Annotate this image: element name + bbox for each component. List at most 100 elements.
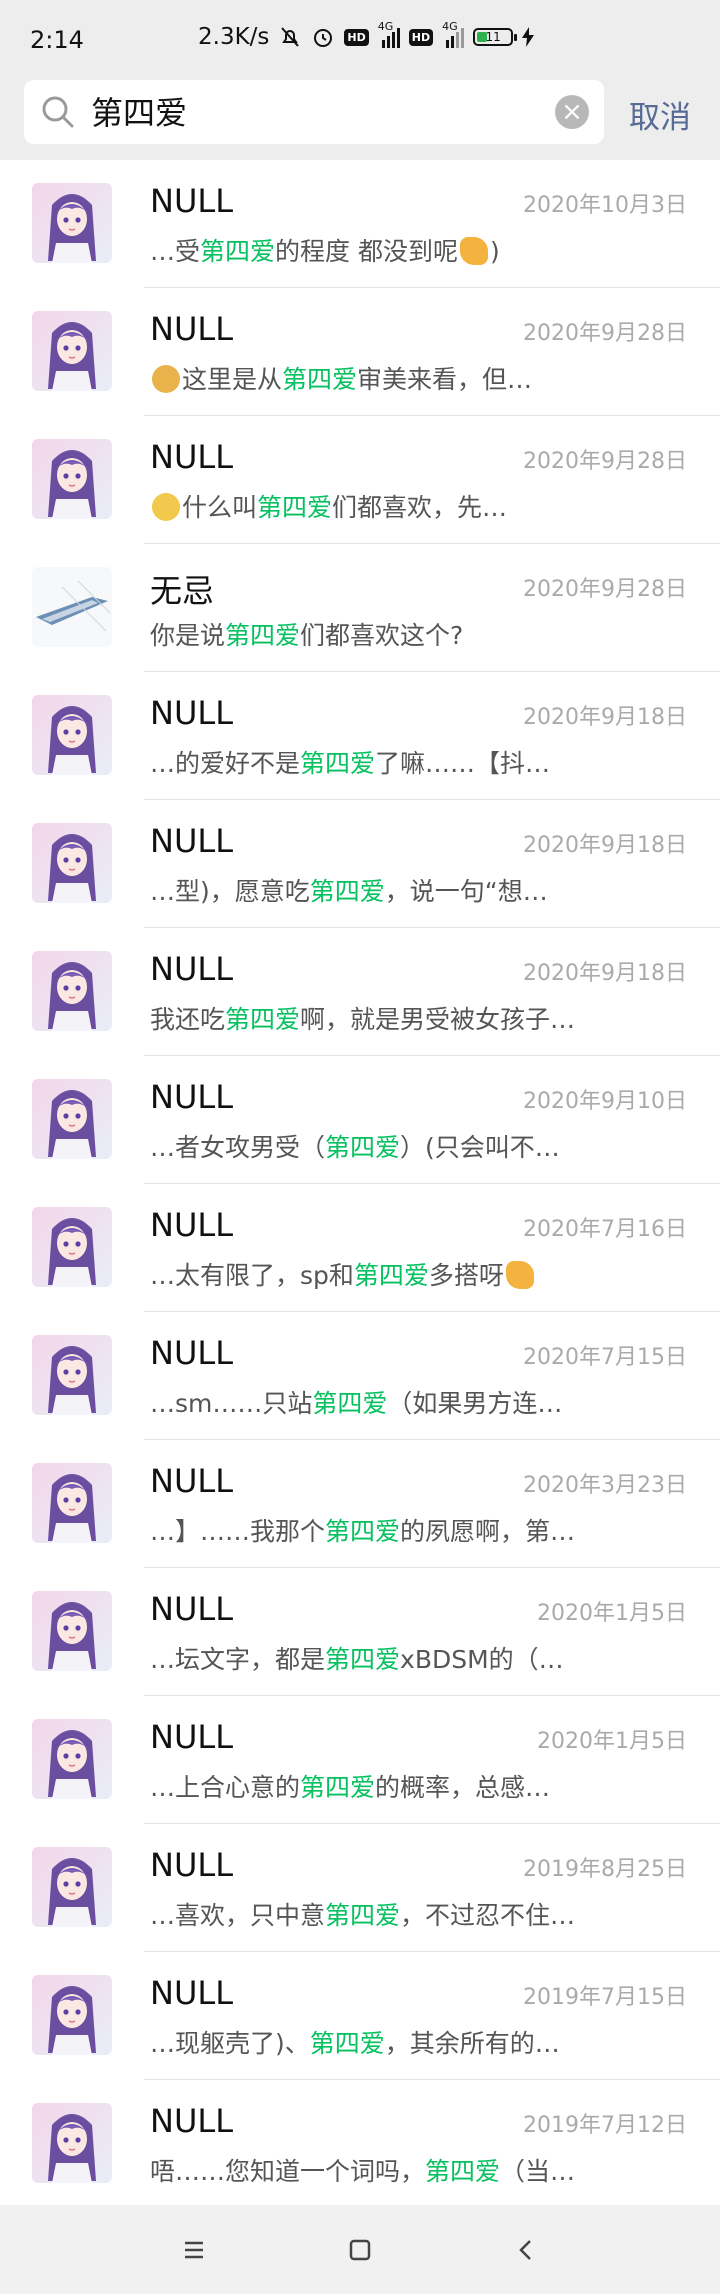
- search-box[interactable]: ×: [24, 80, 604, 146]
- snippet-text: …太有限了，sp和: [150, 1261, 354, 1290]
- avatar[interactable]: [32, 1847, 112, 1927]
- search-result-item[interactable]: 无忌 2020年9月28日 你是说第四爱们都喜欢这个?: [0, 544, 720, 672]
- avatar[interactable]: [32, 311, 112, 391]
- snippet-text: 审美来看，但…: [357, 365, 533, 394]
- message-date: 2020年7月16日: [523, 1217, 687, 1242]
- avatar[interactable]: [32, 1079, 112, 1159]
- search-result-item[interactable]: NULL 2020年9月18日 我还吃第四爱啊，就是男受被女孩子…: [0, 928, 720, 1056]
- search-result-item[interactable]: NULL 2019年7月15日 …现躯壳了)、第四爱，其余所有的…: [0, 1952, 720, 2080]
- message-snippet: …型)，愿意吃第四爱，说一句“想…: [150, 872, 548, 908]
- keyword-highlight: 第四爱: [282, 365, 358, 394]
- search-result-item[interactable]: NULL 2020年3月23日 …】……我那个第四爱的夙愿啊，第…: [0, 1440, 720, 1568]
- contact-name: NULL: [150, 310, 234, 348]
- search-result-item[interactable]: NULL 2020年7月15日 …sm……只站第四爱（如果男方连…: [0, 1312, 720, 1440]
- status-time: 2:14: [30, 26, 84, 54]
- snippet-text: 的夙愿啊，第…: [400, 1517, 576, 1546]
- message-snippet: 你是说第四爱们都喜欢这个?: [150, 616, 463, 652]
- message-snippet: …】……我那个第四爱的夙愿啊，第…: [150, 1512, 575, 1548]
- snippet-text: ）(只会叫不…: [400, 1133, 560, 1162]
- message-date: 2020年7月15日: [523, 1345, 687, 1370]
- search-results-list: NULL 2020年10月3日 …受第四爱的程度 都没到呢) NULL 2020年9月…: [0, 160, 720, 2208]
- search-icon: [42, 96, 74, 128]
- search-result-item[interactable]: NULL 2020年9月28日 这里是从第四爱审美来看，但…: [0, 288, 720, 416]
- avatar[interactable]: [32, 951, 112, 1031]
- avatar[interactable]: [32, 2103, 112, 2183]
- message-snippet: 这里是从第四爱审美来看，但…: [150, 360, 532, 396]
- keyword-highlight: 第四爱: [300, 1773, 376, 1802]
- avatar[interactable]: [32, 695, 112, 775]
- keyword-highlight: 第四爱: [200, 237, 276, 266]
- avatar[interactable]: [32, 1207, 112, 1287]
- contact-name: NULL: [150, 1974, 234, 2012]
- search-result-item[interactable]: NULL 2019年8月25日 …喜欢，只中意第四爱，不过忍不住…: [0, 1824, 720, 1952]
- search-result-item[interactable]: NULL 2020年9月28日 什么叫第四爱们都喜欢，先…: [0, 416, 720, 544]
- avatar[interactable]: [32, 439, 112, 519]
- message-date: 2020年10月3日: [523, 193, 687, 218]
- snippet-text: 的程度 都没到呢: [275, 237, 458, 266]
- search-result-item[interactable]: NULL 2020年9月10日 …者女攻男受（第四爱）(只会叫不…: [0, 1056, 720, 1184]
- contact-name: NULL: [150, 1334, 234, 1372]
- avatar[interactable]: [32, 1591, 112, 1671]
- snippet-text: ，不过忍不住…: [400, 1901, 576, 1930]
- cancel-button[interactable]: 取消: [629, 92, 691, 137]
- avatar[interactable]: [32, 183, 112, 263]
- avatar[interactable]: [32, 1463, 112, 1543]
- system-nav-bar: [0, 2205, 720, 2294]
- snippet-text: 啊，就是男受被女孩子…: [300, 1005, 576, 1034]
- clear-icon[interactable]: ×: [555, 95, 589, 129]
- message-date: 2020年9月18日: [523, 705, 687, 730]
- snippet-text: （如果男方连…: [387, 1389, 563, 1418]
- menu-icon[interactable]: [177, 2233, 211, 2267]
- snippet-text: 唔……您知道一个词吗，: [150, 2157, 426, 2186]
- message-snippet: …者女攻男受（第四爱）(只会叫不…: [150, 1128, 560, 1164]
- message-date: 2020年3月23日: [523, 1473, 687, 1498]
- contact-name: 无忌: [150, 572, 215, 610]
- search-result-item[interactable]: NULL 2020年9月18日 …型)，愿意吃第四爱，说一句“想…: [0, 800, 720, 928]
- sad-face-emoji: [152, 493, 180, 521]
- search-bar: × 取消: [0, 78, 720, 160]
- message-snippet: …的爱好不是第四爱了嘛……【抖…: [150, 744, 550, 780]
- search-input[interactable]: [89, 80, 553, 146]
- handshake-emoji: [505, 1261, 534, 1289]
- snippet-text: 了嘛……【抖…: [375, 749, 551, 778]
- avatar[interactable]: [32, 1975, 112, 2055]
- contact-name: NULL: [150, 1846, 234, 1884]
- search-result-item[interactable]: NULL 2020年7月16日 …太有限了，sp和第四爱多搭呀: [0, 1184, 720, 1312]
- home-icon[interactable]: [343, 2233, 377, 2267]
- search-result-item[interactable]: NULL 2019年7月12日 唔……您知道一个词吗，第四爱（当…: [0, 2080, 720, 2208]
- keyword-highlight: 第四爱: [325, 1133, 401, 1162]
- snippet-text: 多搭呀: [428, 1261, 504, 1290]
- keyword-highlight: 第四爱: [309, 2029, 385, 2058]
- contact-name: NULL: [150, 1590, 234, 1628]
- message-date: 2020年9月28日: [523, 449, 687, 474]
- keyword-highlight: 第四爱: [225, 621, 301, 650]
- status-icons: 2.3K/s HD 4G HD 4G 11: [198, 20, 535, 50]
- search-result-item[interactable]: NULL 2020年10月3日 …受第四爱的程度 都没到呢): [0, 160, 720, 288]
- contact-name: NULL: [150, 950, 234, 988]
- keyword-highlight: 第四爱: [300, 749, 376, 778]
- message-snippet: …受第四爱的程度 都没到呢): [150, 232, 500, 268]
- status-bar: 2:14 2.3K/s HD 4G HD 4G 11: [0, 0, 720, 78]
- contact-name: NULL: [150, 694, 234, 732]
- snippet-text: ，说一句“想…: [384, 877, 548, 906]
- contact-name: NULL: [150, 1718, 234, 1756]
- contact-name: NULL: [150, 438, 234, 476]
- message-date: 2020年1月5日: [537, 1729, 687, 1754]
- avatar[interactable]: [32, 1335, 112, 1415]
- mute-icon: [278, 25, 302, 49]
- back-icon[interactable]: [509, 2233, 543, 2267]
- snippet-text: 这里是从: [182, 365, 283, 394]
- search-result-item[interactable]: NULL 2020年1月5日 …坛文字，都是第四爱xBDSM的（…: [0, 1568, 720, 1696]
- search-result-item[interactable]: NULL 2020年1月5日 …上合心意的第四爱的概率，总感…: [0, 1696, 720, 1824]
- avatar[interactable]: [32, 567, 112, 647]
- message-snippet: …喜欢，只中意第四爱，不过忍不住…: [150, 1896, 575, 1932]
- avatar[interactable]: [32, 823, 112, 903]
- search-result-item[interactable]: NULL 2020年9月18日 …的爱好不是第四爱了嘛……【抖…: [0, 672, 720, 800]
- contact-name: NULL: [150, 1078, 234, 1116]
- handshake-emoji: [459, 237, 488, 265]
- message-snippet: …sm……只站第四爱（如果男方连…: [150, 1384, 562, 1420]
- avatar[interactable]: [32, 1719, 112, 1799]
- message-snippet: …坛文字，都是第四爱xBDSM的（…: [150, 1640, 564, 1676]
- keyword-highlight: 第四爱: [425, 2157, 501, 2186]
- snippet-text: …者女攻男受（: [150, 1133, 326, 1162]
